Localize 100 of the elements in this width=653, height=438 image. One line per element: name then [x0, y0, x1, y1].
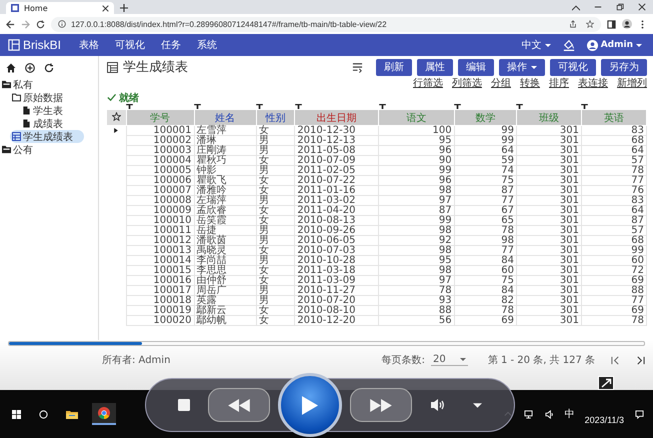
user-menu[interactable]: Admin [584, 40, 645, 50]
back-icon[interactable] [6, 20, 15, 28]
tree-item[interactable]: 学生表 [20, 104, 98, 117]
table-cell: 74 [454, 166, 516, 176]
tree-item[interactable]: 学生成绩表 [10, 130, 84, 143]
toolbar-button[interactable]: 可视化 [550, 58, 596, 76]
filter-icon[interactable] [516, 104, 524, 109]
table-cell: 英露 [194, 296, 256, 306]
action-link[interactable]: 新增列 [617, 78, 647, 91]
chevron-icon[interactable] [572, 3, 580, 11]
table-cell: 2010-09-26 [294, 226, 379, 236]
star-icon[interactable] [586, 20, 594, 28]
table-cell: 女 [256, 216, 295, 226]
rewind-button[interactable] [208, 388, 270, 422]
toolbar-button[interactable]: 刷新 [376, 58, 412, 76]
language-dropdown[interactable]: 中文 [518, 38, 554, 52]
action-link[interactable]: 排序 [549, 78, 569, 91]
tree-item[interactable]: 公有 [0, 143, 98, 156]
paint-bucket-icon[interactable] [562, 39, 575, 51]
table-cell: 301 [516, 256, 582, 266]
table-cell: 88 [378, 306, 454, 316]
list-icon[interactable] [352, 62, 363, 72]
notification-icon[interactable] [635, 410, 644, 418]
add-icon[interactable] [25, 63, 35, 73]
table-cell: 301 [516, 196, 582, 206]
table-cell: 孟欣睿 [194, 206, 256, 216]
filter-icon[interactable] [256, 104, 264, 109]
folder-icon[interactable] [66, 409, 78, 419]
toolbar-button[interactable]: 属性 [417, 58, 453, 76]
info-icon[interactable] [58, 20, 66, 28]
table-cell: 78 [378, 286, 454, 296]
toolbar-button[interactable]: 编辑 [458, 58, 494, 76]
nav-item[interactable]: 可视化 [109, 38, 152, 52]
table-cell: 由仲舒 [194, 276, 256, 286]
nav-item[interactable]: 任务 [155, 38, 188, 52]
filter-icon[interactable] [126, 104, 134, 109]
table-cell: 96 [378, 146, 454, 156]
column-header[interactable]: 姓名 [194, 110, 256, 126]
table-cell: 100005 [126, 166, 194, 176]
close-icon[interactable] [102, 4, 109, 12]
table-cell: 男 [256, 256, 295, 266]
table-cell: 潘雅吟 [194, 186, 256, 196]
share-icon[interactable] [569, 20, 577, 28]
windows-icon[interactable] [12, 410, 21, 418]
volume-icon[interactable] [544, 410, 554, 418]
tree-item[interactable]: 成绩表 [20, 117, 98, 130]
filter-icon[interactable] [294, 104, 302, 109]
column-header[interactable]: 出生日期 [294, 110, 379, 126]
dropdown-button[interactable]: 操作 [499, 58, 545, 76]
action-link[interactable]: 分组 [491, 78, 511, 91]
filter-icon[interactable] [581, 104, 588, 109]
star-icon[interactable] [112, 112, 121, 120]
table-cell: 鄢新云 [194, 306, 256, 316]
refresh-icon[interactable] [44, 63, 54, 73]
action-link[interactable]: 转换 [520, 78, 540, 91]
action-link[interactable]: 行筛选 [413, 78, 443, 91]
home-icon[interactable] [6, 63, 16, 73]
tree-item[interactable]: 私有 [0, 78, 98, 91]
browser-tab[interactable]: Home [6, 2, 114, 14]
table-cell: 左雪萍 [194, 126, 256, 136]
table-cell: 100010 [126, 216, 194, 226]
toolbar-button[interactable]: 另存为 [601, 58, 647, 76]
table-cell: 100018 [126, 296, 194, 306]
profile-icon[interactable] [622, 19, 632, 29]
action-link[interactable]: 列筛选 [452, 78, 482, 91]
nav-item[interactable]: 系统 [191, 38, 224, 52]
table-cell: 2010-12-13 [294, 136, 379, 146]
new-tab-icon[interactable] [120, 4, 128, 12]
seek-bar[interactable] [8, 341, 645, 346]
filter-icon[interactable] [194, 104, 202, 109]
table-cell: 2010-07-22 [294, 176, 379, 186]
column-header[interactable]: 性别 [256, 110, 295, 126]
tree-item[interactable]: 原始数据 [10, 91, 98, 104]
reload-icon[interactable] [36, 20, 45, 28]
table-cell: 2010-07-03 [294, 246, 379, 256]
close-icon[interactable] [638, 3, 646, 11]
action-link[interactable]: 表连接 [578, 78, 608, 91]
nav-item[interactable]: 表格 [73, 38, 106, 52]
filter-icon[interactable] [454, 104, 462, 109]
table-cell: 69 [454, 316, 516, 326]
table-cell: 60 [454, 266, 516, 276]
row-pointer-icon [114, 128, 118, 134]
input-method-indicator[interactable]: 中 [564, 407, 575, 421]
table-cell: 90 [378, 156, 454, 166]
network-icon[interactable] [524, 410, 533, 418]
last-page-icon[interactable] [636, 356, 645, 364]
page-size-select[interactable]: 20 [431, 354, 468, 366]
sidebar-icon[interactable] [607, 20, 616, 28]
table-cell: 301 [516, 176, 582, 186]
restore-icon[interactable] [616, 3, 624, 11]
fast-forward-button[interactable] [350, 388, 412, 422]
search-icon[interactable] [39, 410, 48, 418]
address-bar[interactable]: 127.0.0.1:8088/dist/index.html?r=0.28996080712448147#/frame/tb-main/tb-table-view/22 [51, 16, 601, 32]
filter-icon[interactable] [378, 104, 386, 109]
first-page-icon[interactable] [611, 356, 620, 364]
table-cell: 87 [378, 206, 454, 216]
browser-icon[interactable] [98, 407, 110, 419]
table-cell: 301 [516, 226, 582, 236]
fullscreen-icon[interactable] [598, 376, 614, 390]
favicon-icon [11, 4, 19, 12]
